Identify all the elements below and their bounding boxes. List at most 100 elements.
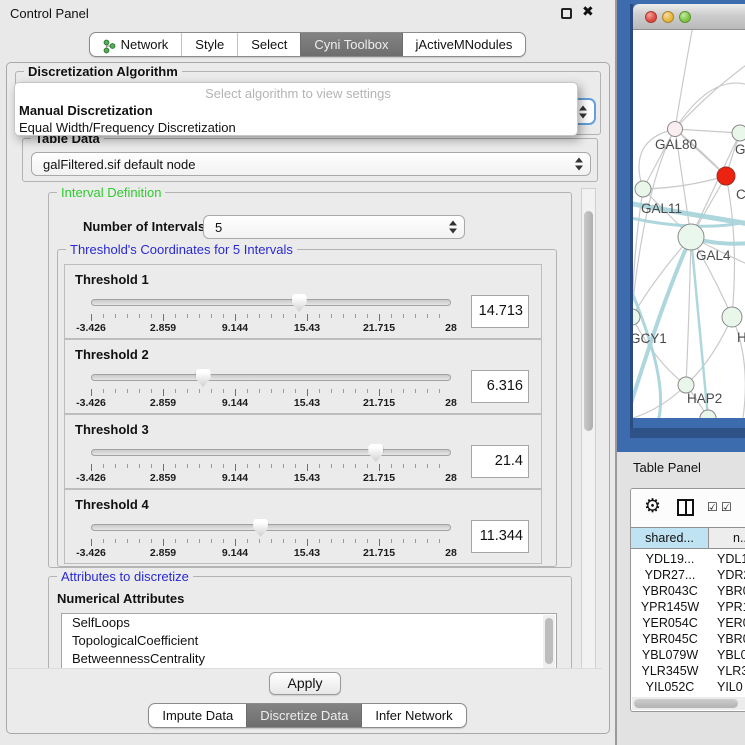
cell-shared-name[interactable]: YBR043C: [631, 583, 709, 599]
float-window-icon[interactable]: [561, 8, 572, 19]
slider-ticks: [91, 539, 451, 546]
threshold-slider[interactable]: [91, 294, 451, 312]
table-data-combobox[interactable]: galFiltered.sif default node: [31, 152, 591, 176]
table-row[interactable]: YER054CYER0: [631, 615, 745, 631]
minimize-traffic-light-icon[interactable]: [662, 11, 674, 23]
checkbox-icon[interactable]: ☑: [721, 500, 732, 514]
top-tab-bar: Network Style Select Cyni Toolbox jActiv…: [0, 32, 615, 57]
cell-name[interactable]: YER0: [709, 615, 745, 631]
dropdown-placeholder-option[interactable]: Select algorithm to view settings: [15, 85, 577, 102]
table-data-value: galFiltered.sif default node: [43, 157, 195, 172]
cell-shared-name[interactable]: YDL19...: [631, 551, 709, 567]
table-row[interactable]: YPR145WYPR1: [631, 599, 745, 615]
group-title: Interval Definition: [57, 186, 165, 200]
gear-icon[interactable]: ⚙: [644, 495, 661, 517]
group-title: Attributes to discretize: [57, 569, 193, 584]
node-label: H: [737, 330, 745, 345]
table-row[interactable]: YIL052CYIL0: [631, 679, 745, 695]
cell-name[interactable]: YPR1: [709, 599, 745, 615]
slider-thumb[interactable]: [292, 294, 307, 312]
threshold-value-field[interactable]: 14.713: [471, 295, 529, 328]
table-row[interactable]: YDR27...YDR2: [631, 567, 745, 583]
apply-button[interactable]: Apply: [269, 672, 341, 695]
table-row[interactable]: YBR045CYBR0: [631, 631, 745, 647]
threshold-slider[interactable]: [91, 444, 451, 462]
list-scrollbar[interactable]: [543, 615, 555, 668]
cell-name[interactable]: YBL0: [709, 647, 745, 663]
close-traffic-light-icon[interactable]: [645, 11, 657, 23]
cell-name[interactable]: YLR3: [709, 663, 745, 679]
dropdown-option-equal-width[interactable]: Equal Width/Frequency Discretization: [15, 119, 577, 136]
cell-name[interactable]: YBR0: [709, 583, 745, 599]
tab-network[interactable]: Network: [90, 33, 182, 56]
tab-cyni-toolbox[interactable]: Cyni Toolbox: [300, 33, 401, 56]
scrollbar-thumb[interactable]: [634, 699, 738, 708]
attribute-list-item[interactable]: TopologicalCoefficient: [62, 632, 556, 650]
cell-name[interactable]: YBR0: [709, 631, 745, 647]
tab-discretize-data[interactable]: Discretize Data: [246, 704, 361, 727]
cell-shared-name[interactable]: YIL052C: [631, 679, 709, 695]
threshold-value-field[interactable]: 6.316: [471, 370, 529, 403]
threshold-panel-3: Threshold 3 -3.4262.8599.14415.4321.7152…: [64, 414, 542, 489]
content-scrollbar[interactable]: [581, 188, 596, 696]
tab-jactivemnodules[interactable]: jActiveMNodules: [402, 33, 526, 56]
node-g[interactable]: [732, 125, 745, 141]
tick-label: -3.426: [76, 322, 106, 334]
close-icon[interactable]: ✖: [582, 4, 594, 20]
cell-name[interactable]: YIL0: [709, 679, 745, 695]
slider-thumb[interactable]: [253, 519, 268, 537]
node-h[interactable]: [722, 307, 742, 327]
cell-shared-name[interactable]: YDR27...: [631, 567, 709, 583]
attribute-list-item[interactable]: SelfLoops: [62, 614, 556, 632]
attributes-list[interactable]: SelfLoopsTopologicalCoefficientBetweenne…: [61, 613, 557, 668]
tab-infer-network[interactable]: Infer Network: [361, 704, 465, 727]
table-panel-title: Table Panel: [633, 460, 701, 475]
table-row[interactable]: YBR043CYBR0: [631, 583, 745, 599]
column-header-shared-name[interactable]: shared...: [631, 528, 709, 548]
threshold-value-field[interactable]: 21.4: [471, 445, 529, 478]
cell-shared-name[interactable]: YLR345W: [631, 663, 709, 679]
cell-shared-name[interactable]: YBR045C: [631, 631, 709, 647]
tab-impute-data[interactable]: Impute Data: [149, 704, 246, 727]
node-gal80[interactable]: [668, 122, 683, 137]
table-row[interactable]: YBL079WYBL0: [631, 647, 745, 663]
cell-name[interactable]: YDL1: [709, 551, 745, 567]
column-header-name[interactable]: n...: [709, 528, 745, 548]
node-partial[interactable]: [700, 410, 716, 418]
threshold-slider[interactable]: [91, 369, 451, 387]
tick-label: 28: [445, 547, 457, 559]
cell-name[interactable]: YDR2: [709, 567, 745, 583]
attribute-list-item[interactable]: BetweennessCentrality: [62, 650, 556, 668]
tick-label: 15.43: [294, 322, 320, 334]
slider-thumb[interactable]: [196, 369, 211, 387]
dropdown-option-manual[interactable]: Manual Discretization: [15, 102, 577, 119]
network-view-window: GAL80 G C GAL11 GAL4 GCY1 H HAP2: [630, 4, 745, 428]
table-row[interactable]: YDL19...YDL1: [631, 551, 745, 567]
node-red-selected[interactable]: [717, 167, 735, 185]
scrollbar-thumb[interactable]: [584, 211, 593, 431]
scrollbar-thumb[interactable]: [545, 618, 553, 664]
cell-shared-name[interactable]: YPR145W: [631, 599, 709, 615]
node-gal11[interactable]: [635, 181, 651, 197]
threshold-value-field[interactable]: 11.344: [471, 520, 529, 553]
slider-thumb[interactable]: [368, 444, 383, 462]
cell-shared-name[interactable]: YER054C: [631, 615, 709, 631]
tick-label: 28: [445, 472, 457, 484]
columns-icon[interactable]: [677, 499, 694, 516]
table-horizontal-scrollbar[interactable]: [632, 697, 745, 710]
tab-style[interactable]: Style: [181, 33, 237, 56]
tick-label: 9.144: [222, 547, 248, 559]
num-intervals-combobox[interactable]: 5: [203, 215, 465, 239]
numerical-attributes-label: Numerical Attributes: [57, 591, 184, 606]
tick-label: -3.426: [76, 397, 106, 409]
table-row[interactable]: YLR345WYLR3: [631, 663, 745, 679]
cell-shared-name[interactable]: YBL079W: [631, 647, 709, 663]
zoom-traffic-light-icon[interactable]: [679, 11, 691, 23]
tab-select[interactable]: Select: [237, 33, 300, 56]
node-gal4[interactable]: [678, 224, 704, 250]
tick-label: 15.43: [294, 547, 320, 559]
tick-label: 2.859: [150, 322, 176, 334]
checkbox-icon[interactable]: ☑: [707, 500, 718, 514]
threshold-slider[interactable]: [91, 519, 451, 537]
network-canvas[interactable]: GAL80 G C GAL11 GAL4 GCY1 H HAP2: [633, 30, 745, 418]
